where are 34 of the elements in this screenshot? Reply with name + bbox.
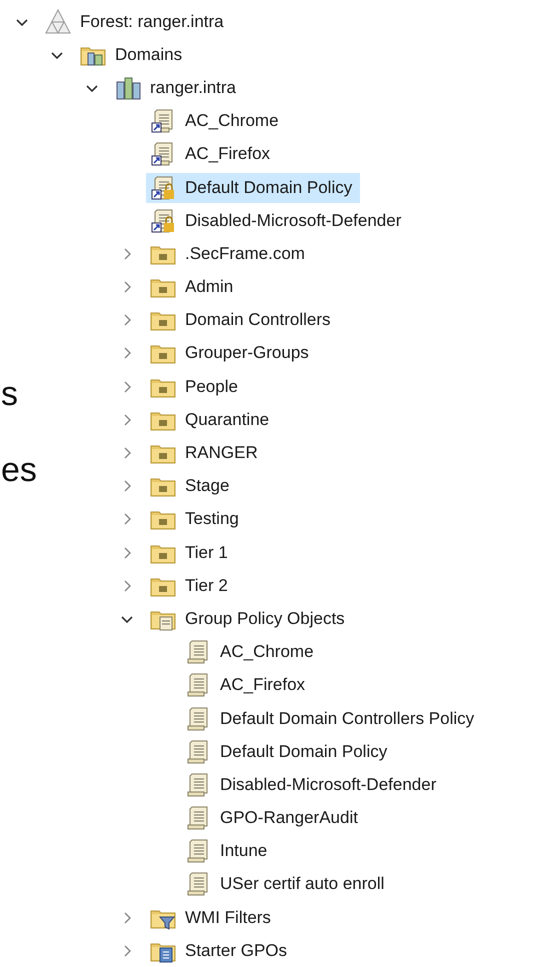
tree-item[interactable]: Tier 2 xyxy=(146,570,236,601)
tree-item[interactable]: Forest: ranger.intra xyxy=(41,6,232,37)
tree-item[interactable]: .SecFrame.com xyxy=(146,238,313,269)
tree-item[interactable]: AC_Firefox xyxy=(181,670,314,700)
tree-item[interactable]: Grouper-Groups xyxy=(146,338,317,368)
tree-item[interactable]: WMI Filters xyxy=(146,902,279,933)
tree-item[interactable]: Quarantine xyxy=(146,404,278,435)
tree-item[interactable]: AC_Chrome xyxy=(146,106,287,136)
tree-item[interactable]: Testing xyxy=(146,504,247,534)
tree-item[interactable]: Group Policy Objects xyxy=(146,604,353,634)
side-text: s xyxy=(1,376,18,412)
tree-item[interactable]: Disabled-Microsoft-Defender xyxy=(146,206,410,236)
tree-item[interactable]: Default Domain Policy xyxy=(181,736,396,767)
tree-item[interactable]: Starter GPOs xyxy=(146,936,296,966)
tree-item[interactable]: Intune xyxy=(181,836,276,866)
tree-item[interactable]: ranger.intra xyxy=(111,72,244,103)
tree-item[interactable]: Stage xyxy=(146,471,238,502)
tree-item[interactable]: Tier 1 xyxy=(146,538,236,568)
tree-item[interactable]: Disabled-Microsoft-Defender xyxy=(181,770,444,800)
tree-item[interactable]: Admin xyxy=(146,272,242,302)
tree-item[interactable]: AC_Chrome xyxy=(181,637,322,668)
tree-item[interactable]: AC_Firefox xyxy=(146,139,278,170)
tree-item[interactable]: GPO-RangerAudit xyxy=(181,803,366,834)
tree-item[interactable]: People xyxy=(146,372,246,402)
tree-item[interactable]: Default Domain Controllers Policy xyxy=(181,704,482,734)
tree-item[interactable]: Default Domain Policy xyxy=(146,172,360,203)
tree-item[interactable]: RANGER xyxy=(146,438,266,468)
tree-item[interactable]: Domains xyxy=(76,40,190,70)
scroll-lock-icon xyxy=(149,174,177,202)
scroll-lock-icon xyxy=(149,206,177,235)
tree-item[interactable]: USer certif auto enroll xyxy=(181,869,392,900)
triangles-icon xyxy=(44,8,72,36)
tree-item[interactable]: Domain Controllers xyxy=(146,305,338,336)
side-text: es xyxy=(1,452,37,488)
